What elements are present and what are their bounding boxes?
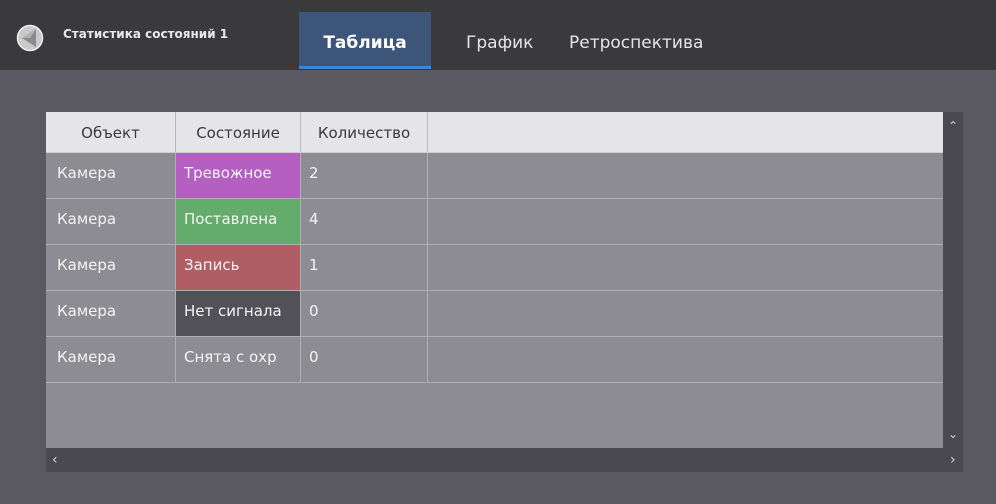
cell-object: Камера	[46, 245, 176, 290]
tab-retrospective-label: Ретроспектива	[569, 33, 704, 53]
scroll-down-icon[interactable]: ⌄	[948, 428, 958, 440]
table-row[interactable]: Камера Запись 1	[46, 245, 943, 291]
column-header-state[interactable]: Состояние	[176, 112, 301, 152]
scroll-left-icon[interactable]: ‹	[52, 453, 58, 467]
horizontal-scrollbar[interactable]: ‹ ›	[46, 448, 963, 472]
app-logo-icon	[16, 24, 44, 52]
vertical-scrollbar[interactable]: ⌃ ⌄	[943, 112, 963, 448]
table-row[interactable]: Камера Тревожное 2	[46, 153, 943, 199]
cell-count: 0	[301, 337, 428, 382]
cell-count: 2	[301, 153, 428, 198]
top-bar: Статистика состояний 1 Таблица График Ре…	[0, 0, 996, 70]
state-table: Объект Состояние Количество Камера Трево…	[46, 112, 943, 448]
column-header-count[interactable]: Количество	[301, 112, 428, 152]
tab-table-label: Таблица	[323, 33, 407, 53]
cell-state: Нет сигнала	[176, 291, 301, 336]
app-title: Статистика состояний 1	[63, 27, 229, 41]
cell-object: Камера	[46, 199, 176, 244]
cell-state: Тревожное	[176, 153, 301, 198]
cell-object: Камера	[46, 337, 176, 382]
table-row[interactable]: Камера Снята с охр 0	[46, 337, 943, 383]
table-header: Объект Состояние Количество	[46, 112, 943, 153]
active-tab-indicator	[299, 66, 431, 69]
cell-object: Камера	[46, 291, 176, 336]
cell-state: Запись	[176, 245, 301, 290]
table-row[interactable]: Камера Нет сигнала 0	[46, 291, 943, 337]
cell-count: 1	[301, 245, 428, 290]
tab-chart-label: График	[466, 33, 534, 53]
cell-count: 0	[301, 291, 428, 336]
scroll-right-icon[interactable]: ›	[950, 453, 956, 467]
table-row[interactable]: Камера Поставлена 4	[46, 199, 943, 245]
scroll-up-icon[interactable]: ⌃	[948, 120, 958, 132]
column-header-object[interactable]: Объект	[46, 112, 176, 152]
cell-count: 4	[301, 199, 428, 244]
tab-retrospective[interactable]: Ретроспектива	[569, 12, 703, 66]
cell-state: Снята с охр	[176, 337, 301, 382]
cell-object: Камера	[46, 153, 176, 198]
cell-state: Поставлена	[176, 199, 301, 244]
tab-table[interactable]: Таблица	[299, 12, 431, 69]
tab-chart[interactable]: График	[466, 12, 533, 66]
